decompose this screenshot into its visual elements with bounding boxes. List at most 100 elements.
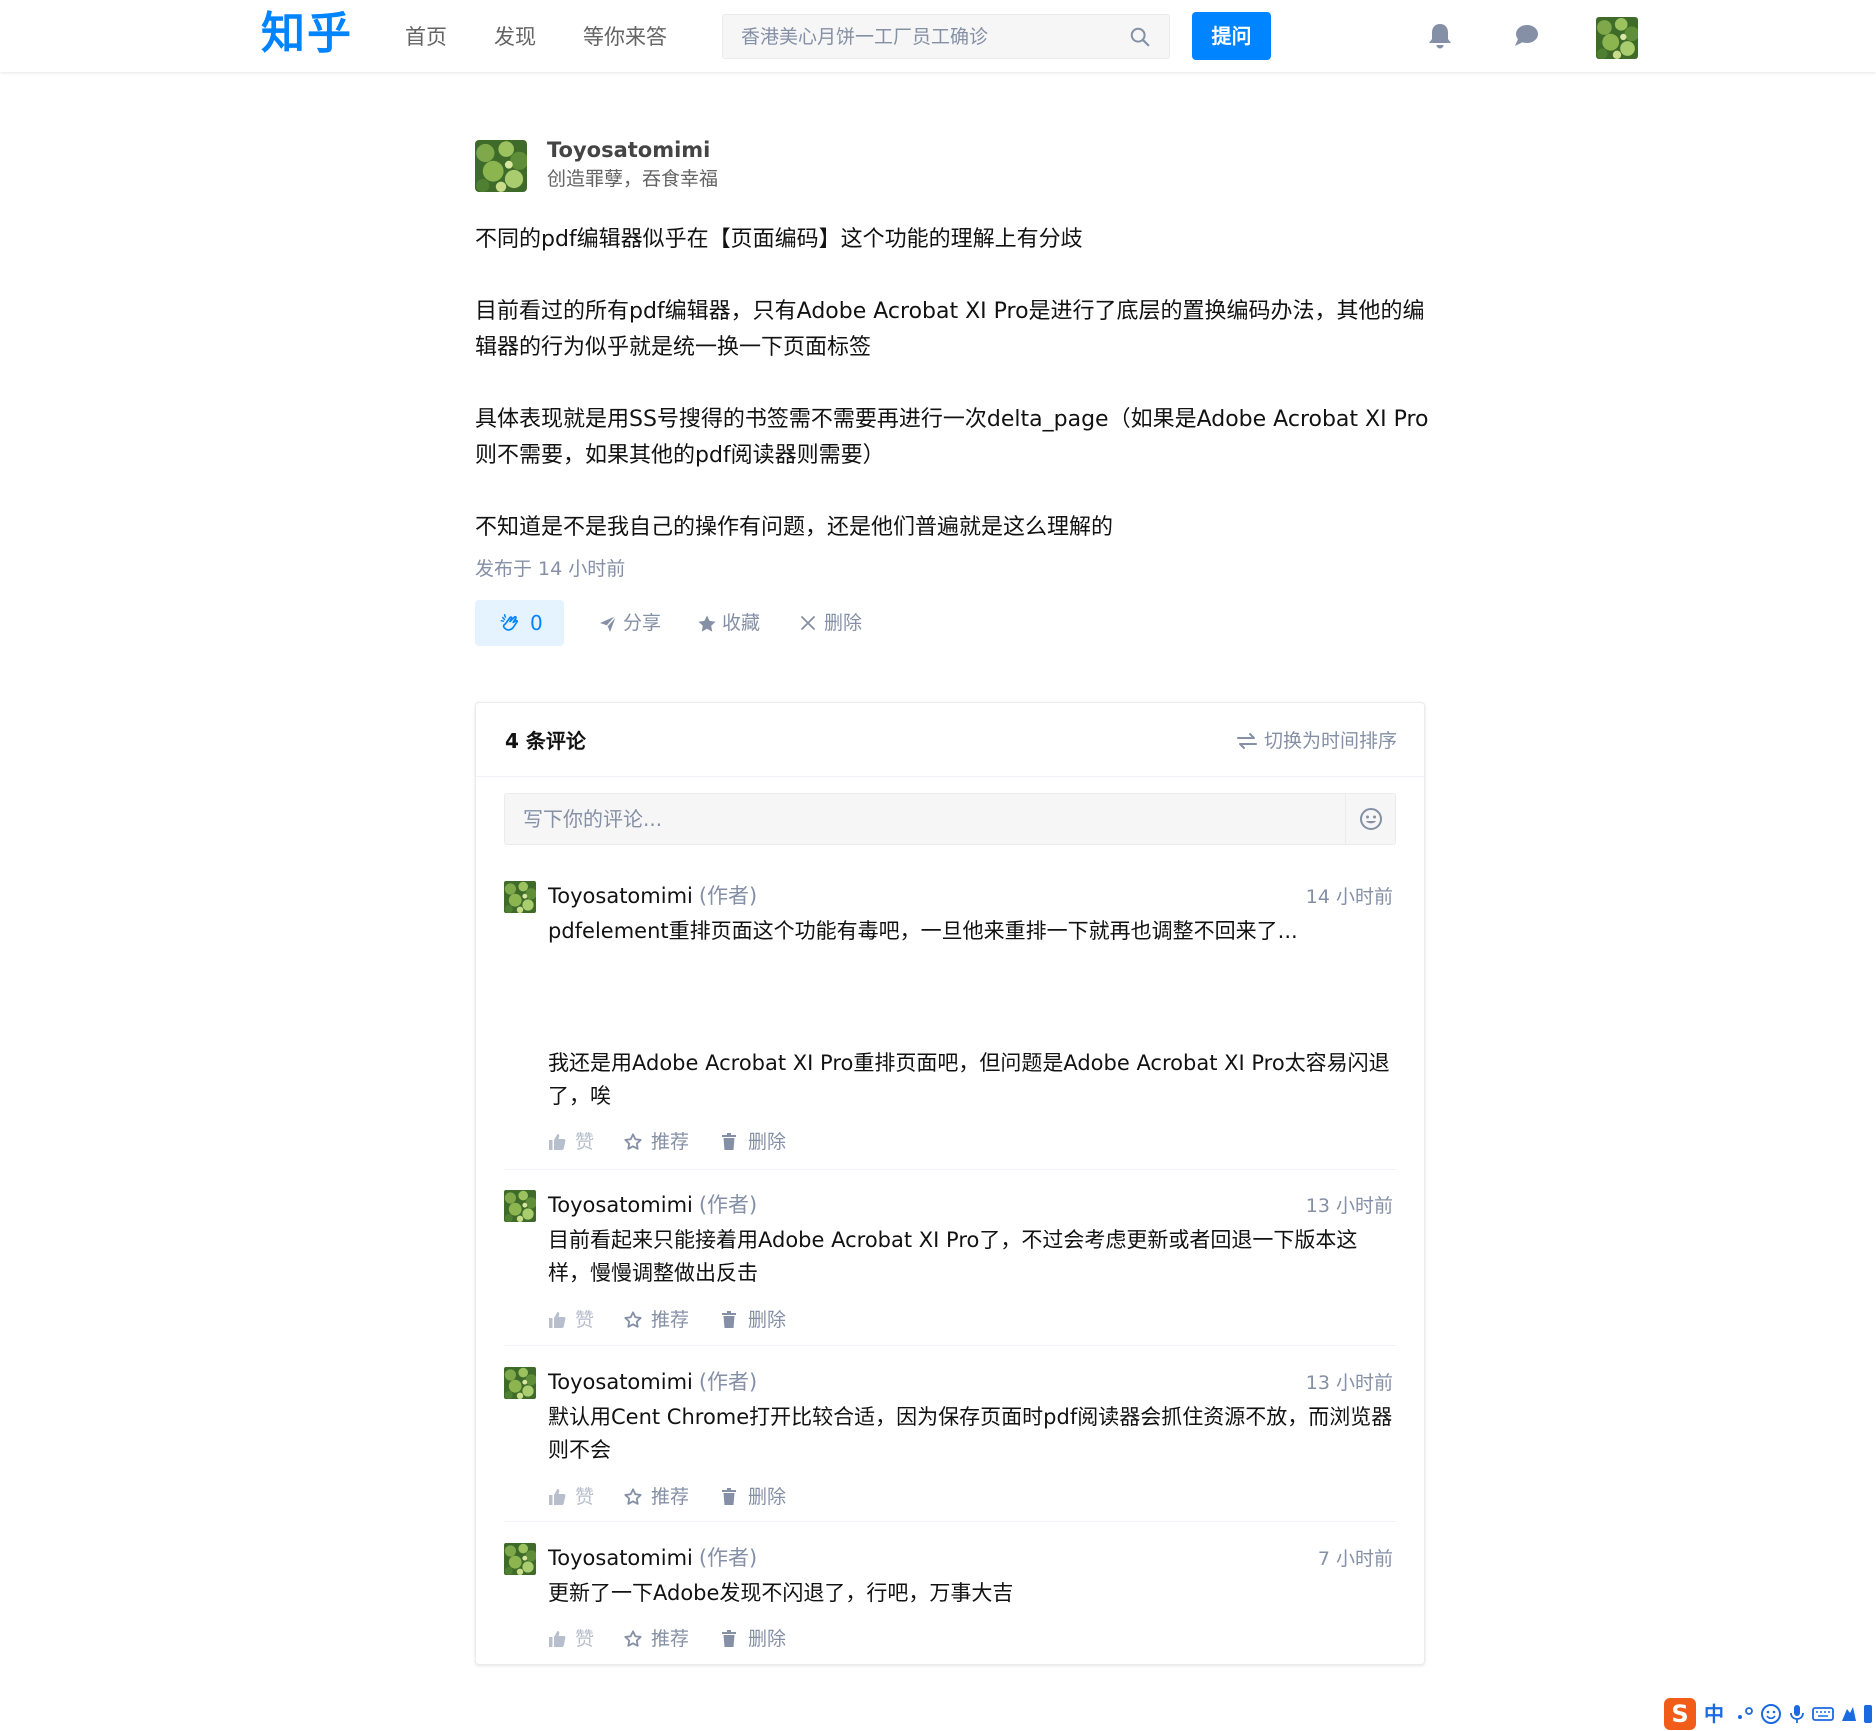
comment-item: Toyosatomimi (作者) 7 小时前 更新了一下Adobe发现不闪退了，… (504, 1543, 1396, 1653)
sogou-ime-logo[interactable]: S (1664, 1698, 1696, 1730)
trash-icon (722, 1488, 736, 1505)
delete-label: 删除 (748, 1309, 787, 1331)
recommend-label: 推荐 (651, 1309, 690, 1331)
comment-text: 更新了一下Adobe发现不闪退了，行吧，万事大吉 (548, 1581, 1014, 1605)
comment-author-name[interactable]: Toyosatomimi (548, 1193, 693, 1217)
comment-author-name[interactable]: Toyosatomimi (548, 1546, 693, 1570)
comment-item: Toyosatomimi (作者) 14 小时前 pdfelement重排页面这个… (504, 881, 1396, 1170)
keyboard-icon[interactable] (1812, 1703, 1834, 1725)
sort-toggle[interactable]: 切换为时间排序 (1236, 727, 1397, 755)
recommend-label: 推荐 (651, 1486, 690, 1508)
more-icon[interactable] (1862, 1703, 1876, 1725)
search-icon[interactable] (1129, 26, 1151, 48)
comments-header: 4 条评论 切换为时间排序 (476, 703, 1424, 777)
comment-author[interactable]: Toyosatomimi (作者) (548, 1367, 757, 1397)
thumbs-up-icon (549, 1312, 566, 1328)
skin-icon[interactable] (1838, 1703, 1860, 1725)
user-avatar[interactable] (1596, 17, 1638, 59)
comment-placeholder: 写下你的评论... (523, 807, 663, 831)
comment-text: pdfelement重排页面这个功能有毒吧，一旦他来重排一下就再也调整不回来了.… (548, 919, 1298, 943)
ime-toolbar: S 中 (1664, 1698, 1876, 1731)
comment-item: Toyosatomimi (作者) 13 小时前 默认用Cent Chrome打开… (504, 1367, 1396, 1522)
trash-icon (722, 1311, 736, 1328)
nav-home[interactable]: 首页 (405, 22, 447, 52)
comment-text: 目前看起来只能接着用Adobe Acrobat XI Pro了，不过会考虑更新或… (548, 1228, 1358, 1285)
switch-arrows-icon (1236, 733, 1257, 749)
comment-avatar[interactable] (504, 881, 536, 913)
star-outline-icon (624, 1311, 642, 1328)
comment-text: 默认用Cent Chrome打开比较合适，因为保存页面时pdf阅读器会抓住资源不… (548, 1405, 1393, 1462)
comment-avatar[interactable] (504, 1367, 536, 1399)
comment-author[interactable]: Toyosatomimi (作者) (548, 1190, 757, 1220)
trash-icon (722, 1133, 736, 1150)
smiley-icon (1360, 808, 1382, 830)
ask-button[interactable]: 提问 (1192, 12, 1271, 60)
emoji-button[interactable] (1345, 794, 1395, 844)
share-label: 分享 (623, 612, 662, 634)
post-paragraph: 不知道是不是我自己的操作有问题，还是他们普遍就是这么理解的 (475, 515, 1114, 540)
paper-plane-icon (600, 615, 617, 632)
trash-icon (722, 1630, 736, 1647)
comment-time: 13 小时前 (1305, 1372, 1393, 1394)
sort-label: 切换为时间排序 (1263, 730, 1397, 752)
punctuation-icon[interactable] (1734, 1703, 1756, 1725)
thumbs-up-icon (549, 1134, 566, 1150)
comment-author[interactable]: Toyosatomimi (作者) (548, 1543, 757, 1573)
delete-label: 删除 (748, 1486, 787, 1508)
post-paragraph: 目前看过的所有pdf编辑器，只有Adobe Acrobat XI Pro是进行了… (475, 299, 1425, 360)
author-role-tag: (作者) (698, 1370, 758, 1394)
emoji-icon[interactable] (1760, 1703, 1782, 1725)
comment-time: 13 小时前 (1305, 1195, 1393, 1217)
comments-card: 4 条评论 切换为时间排序 写下你的评论... Toyosatomimi (作者)… (475, 702, 1425, 1665)
collect-label: 收藏 (722, 612, 761, 634)
author-role-tag: (作者) (698, 1546, 758, 1570)
author-name[interactable]: Toyosatomimi (547, 136, 710, 164)
author-role-tag: (作者) (698, 1193, 758, 1217)
comment-avatar[interactable] (504, 1543, 536, 1575)
ime-chinese-mode[interactable]: 中 (1704, 1700, 1724, 1728)
comment-author[interactable]: Toyosatomimi (作者) (548, 881, 757, 911)
search-placeholder: 香港美心月饼一工厂员工确诊 (741, 26, 989, 48)
clap-icon (500, 614, 519, 631)
comment-count: 4 条评论 (505, 729, 586, 753)
delete-label: 删除 (748, 1131, 787, 1153)
nav-waiting-answers[interactable]: 等你来答 (583, 22, 667, 52)
author-bio: 创造罪孽，吞食幸福 (547, 168, 719, 190)
like-label: 赞 (575, 1309, 595, 1331)
like-label: 赞 (575, 1486, 595, 1508)
comment-item: Toyosatomimi (作者) 13 小时前 目前看起来只能接着用Adobe … (504, 1190, 1396, 1346)
nav-discover[interactable]: 发现 (494, 22, 536, 52)
author-avatar[interactable] (475, 140, 527, 192)
delete-label: 删除 (748, 1628, 787, 1650)
search-input[interactable]: 香港美心月饼一工厂员工确诊 (722, 14, 1170, 59)
thumbs-up-icon (549, 1631, 566, 1647)
clap-button[interactable]: 0 (475, 600, 564, 646)
close-icon (801, 616, 815, 630)
star-outline-icon (624, 1133, 642, 1150)
star-outline-icon (624, 1488, 642, 1505)
post-content: 不同的pdf编辑器似乎在【页面编码】这个功能的理解上有分歧 目前看过的所有pdf… (475, 222, 1435, 546)
comment-avatar[interactable] (504, 1190, 536, 1222)
clap-count: 0 (530, 611, 543, 635)
zhihu-logo[interactable]: 知乎 (261, 8, 353, 60)
chat-bubble-icon[interactable] (1510, 20, 1542, 52)
comment-time: 7 小时前 (1317, 1548, 1393, 1570)
delete-label: 删除 (824, 612, 863, 634)
microphone-icon[interactable] (1786, 1703, 1808, 1725)
comment-input[interactable]: 写下你的评论... (504, 793, 1396, 845)
bell-icon[interactable] (1424, 20, 1456, 52)
like-label: 赞 (575, 1131, 595, 1153)
author-role-tag: (作者) (698, 884, 758, 908)
comment-time: 14 小时前 (1305, 886, 1393, 908)
star-icon (698, 615, 716, 632)
thumbs-up-icon (549, 1489, 566, 1505)
top-bar: 知乎 首页 发现 等你来答 香港美心月饼一工厂员工确诊 提问 (0, 0, 1876, 72)
like-label: 赞 (575, 1628, 595, 1650)
comment-text: 我还是用Adobe Acrobat XI Pro重排页面吧，但问题是Adobe … (548, 1051, 1390, 1108)
star-outline-icon (624, 1630, 642, 1647)
comment-author-name[interactable]: Toyosatomimi (548, 1370, 693, 1394)
comment-author-name[interactable]: Toyosatomimi (548, 884, 693, 908)
recommend-label: 推荐 (651, 1628, 690, 1650)
post-paragraph: 不同的pdf编辑器似乎在【页面编码】这个功能的理解上有分歧 (475, 227, 1083, 252)
post-paragraph: 具体表现就是用SS号搜得的书签需不需要再进行一次delta_page（如果是Ad… (475, 407, 1429, 468)
